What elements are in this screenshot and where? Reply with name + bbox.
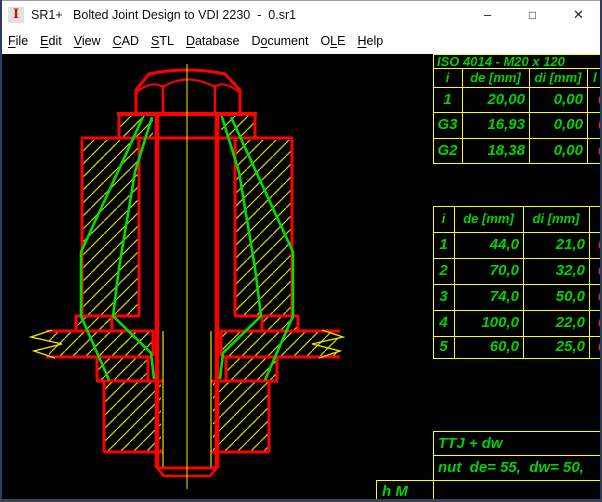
bolt-row-de: 16,93 (462, 113, 525, 137)
menu-database[interactable]: Database (180, 34, 246, 48)
bolt-row-i: G3 (433, 113, 462, 137)
menu-ole[interactable]: OLE (314, 34, 351, 48)
bolt-table-title: ISO 4014 - M20 x 120 (437, 55, 565, 68)
layer-row-de: 44,0 (454, 233, 519, 257)
layer-row-di: 21,0 (523, 233, 585, 257)
layers-header-i: i (433, 208, 454, 230)
close-button[interactable]: ✕ (556, 1, 601, 29)
bolt-table-header-de: de [mm] (462, 70, 529, 86)
bolt-row-di: 0,00 (529, 88, 583, 112)
bolt-table-header-i: i (433, 70, 462, 86)
layers-header-de: de [mm] (454, 208, 523, 230)
menu-help[interactable]: Help (351, 34, 389, 48)
bolt-row-di: 0,00 (529, 139, 583, 163)
bolt-row-de: 20,00 (462, 88, 525, 112)
bolt-table-header-extra: l (593, 70, 597, 86)
window-title: SR1+ Bolted Joint Design to VDI 2230 - 0… (31, 8, 296, 22)
layer-row-di: 25,0 (523, 336, 585, 358)
layer-row-de: 60,0 (454, 336, 519, 358)
layer-row-de: 70,0 (454, 259, 519, 283)
layer-row-i: 2 (433, 259, 454, 283)
menu-stl[interactable]: STL (145, 34, 180, 48)
note-joint-type: TTJ + dw (438, 432, 503, 455)
layer-row-i: 5 (433, 336, 454, 358)
note-nut-line: nut de= 55, dw= 50, (438, 456, 584, 480)
bolt-row-de: 18,38 (462, 139, 525, 163)
minimize-button[interactable]: – (465, 1, 510, 29)
layer-row-i: 3 (433, 285, 454, 309)
menu-document[interactable]: Document (245, 34, 314, 48)
layer-row-i: 4 (433, 311, 454, 335)
layer-row-di: 50,0 (523, 285, 585, 309)
layers-header-di: di [mm] (523, 208, 589, 230)
window-border-left (0, 0, 2, 502)
bolt-table-header-di: di [mm] (529, 70, 587, 86)
bolt-row-i: 1 (433, 88, 462, 112)
layer-row-i: 1 (433, 233, 454, 257)
layer-row-de: 74,0 (454, 285, 519, 309)
maximize-button[interactable]: □ (510, 1, 555, 29)
menu-cad[interactable]: CAD (107, 34, 145, 48)
layer-row-de: 100,0 (454, 311, 519, 335)
menu-view[interactable]: View (68, 34, 107, 48)
menu-file[interactable]: File (2, 34, 34, 48)
bolt-row-di: 0,00 (529, 113, 583, 137)
layer-row-di: 22,0 (523, 311, 585, 335)
menu-edit[interactable]: Edit (34, 34, 68, 48)
bolt-row-i: G2 (433, 139, 462, 163)
menu-bar: File Edit View CAD STL Database Document… (0, 28, 602, 54)
app-icon[interactable]: I (8, 7, 24, 23)
title-bar: I SR1+ Bolted Joint Design to VDI 2230 -… (0, 0, 602, 28)
layer-row-di: 32,0 (523, 259, 585, 283)
